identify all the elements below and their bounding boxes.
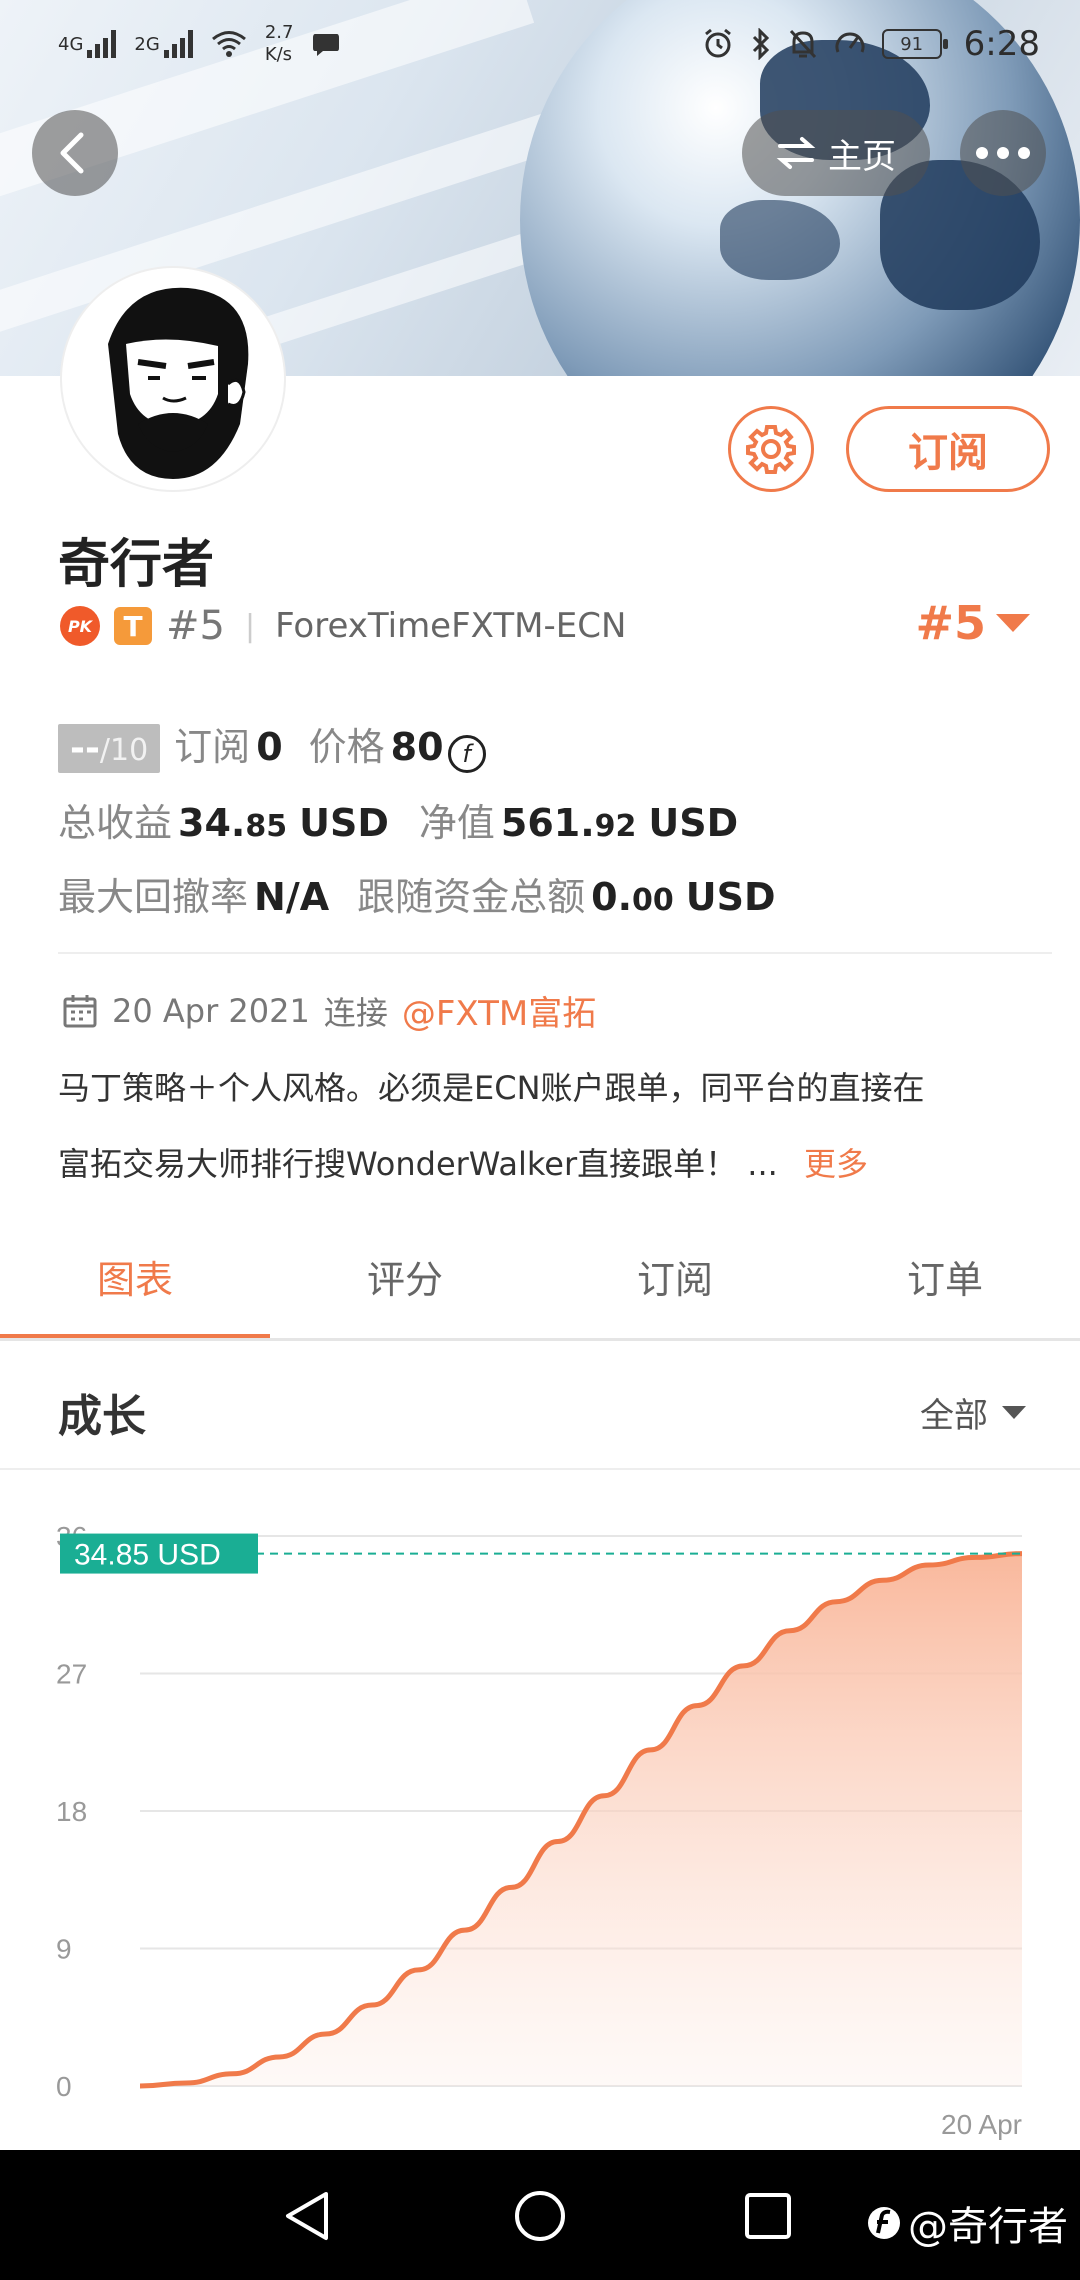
clock-time: 6:28 <box>963 24 1040 64</box>
net2-indicator: 2G <box>134 30 193 58</box>
mute-bell-icon <box>789 29 816 59</box>
caret-down-icon <box>996 614 1030 632</box>
total-profit-unit: USD <box>299 801 389 845</box>
max-drawdown-label: 最大回撤率 <box>58 875 249 919</box>
total-profit-value: 34.85 <box>178 801 288 845</box>
equity-unit: USD <box>648 801 739 845</box>
stats-row-1: --/10 订阅 0 价格 80 f <box>58 716 486 773</box>
calendar-icon <box>63 994 97 1027</box>
total-profit-label: 总收益 <box>58 801 173 845</box>
home-label: 主页 <box>828 136 896 177</box>
x-tick-label: 20 Apr <box>941 2109 1022 2140</box>
t-badge-icon: T <box>114 607 152 645</box>
nav-recents-icon[interactable] <box>744 2192 792 2240</box>
subscribe-button[interactable]: 订阅 <box>846 406 1050 492</box>
description-text: 富拓交易大师排行搜WonderWalker直接跟单！ ... <box>58 1145 778 1183</box>
price-value: 80 <box>390 725 444 769</box>
nav-back-icon[interactable] <box>282 2190 332 2242</box>
tab-subscribe[interactable]: 订阅 <box>540 1236 810 1340</box>
growth-chart[interactable]: 36271890 34.85 USD 20 Apr <box>0 1490 1080 2150</box>
current-value-label: 34.85 USD <box>74 1539 221 1572</box>
nav-home-icon[interactable] <box>514 2190 566 2242</box>
tabs-divider <box>0 1338 1080 1341</box>
status-bar: 4G 2G 2.7 K/s 91 6:28 <box>0 0 1080 92</box>
net1-indicator: 4G <box>58 30 117 58</box>
more-options-button[interactable] <box>960 110 1046 196</box>
more-link[interactable]: 更多 <box>804 1145 868 1183</box>
price-label: 价格 <box>308 725 385 769</box>
chevron-left-icon <box>60 132 84 174</box>
description-line-1: 马丁策略＋个人风格。必须是ECN账户跟单，同平台的直接在 <box>58 1069 925 1107</box>
max-drawdown-value: N/A <box>254 875 330 919</box>
gear-icon <box>746 425 796 474</box>
tab-orders[interactable]: 订单 <box>810 1236 1080 1340</box>
speed-gauge-icon <box>835 32 865 53</box>
home-button[interactable]: 主页 <box>742 110 930 196</box>
equity-label: 净值 <box>418 801 495 845</box>
tab-rating[interactable]: 评分 <box>270 1236 540 1340</box>
subscribe-count-label: 订阅 <box>174 725 251 769</box>
follow-funds-label: 跟随资金总额 <box>357 875 586 919</box>
y-tick-label: 27 <box>56 1659 87 1690</box>
bluetooth-icon <box>752 28 769 60</box>
broker-account-link[interactable]: @FXTM富拓 <box>402 986 596 1035</box>
score-badge: --/10 <box>58 724 161 773</box>
back-button[interactable] <box>32 110 118 196</box>
y-tick-label: 9 <box>56 1934 72 1965</box>
watermark-logo-icon <box>868 2207 900 2239</box>
tab-bar: 图表 评分 订阅 订单 <box>0 1236 1080 1340</box>
watermark: @奇行者 <box>866 2194 1068 2252</box>
battery-indicator: 91 <box>881 29 948 59</box>
equity-value: 561.92 <box>500 801 637 845</box>
section-divider <box>0 1468 1080 1470</box>
growth-title: 成长 <box>58 1391 146 1442</box>
message-icon <box>313 34 340 56</box>
y-tick-label: 0 <box>56 2071 72 2102</box>
subscribe-count-value: 0 <box>256 725 283 769</box>
coin-icon: f <box>447 735 486 773</box>
connection-label: 连接 <box>323 993 388 1032</box>
settings-button[interactable] <box>728 406 814 492</box>
meta-separator: | <box>244 608 256 644</box>
growth-filter-label: 全部 <box>920 1396 988 1436</box>
more-dots-icon <box>976 147 1030 159</box>
rank-dropdown-label: #5 <box>915 596 986 650</box>
caret-down-icon <box>1002 1406 1026 1419</box>
avatar[interactable] <box>62 268 284 490</box>
broker-name: ForexTimeFXTM-ECN <box>275 606 627 646</box>
trader-meta: PK T #5 | ForexTimeFXTM-ECN <box>60 598 626 654</box>
wifi-icon <box>211 31 246 57</box>
swap-icon <box>776 137 816 169</box>
connection-info: 20 Apr 2021 连接 @FXTM富拓 <box>62 986 596 1035</box>
stats-row-3: 最大回撤率 N/A 跟随资金总额 0.00 USD <box>58 866 776 921</box>
stats-divider <box>58 952 1052 954</box>
rank-text: #5 <box>166 603 225 649</box>
follow-funds-unit: USD <box>685 875 776 919</box>
tab-chart[interactable]: 图表 <box>0 1236 270 1340</box>
growth-filter-dropdown[interactable]: 全部 <box>920 1388 1026 1437</box>
description-line-2: 富拓交易大师排行搜WonderWalker直接跟单！ ... 更多 <box>58 1126 1048 1202</box>
connection-date: 20 Apr 2021 <box>112 991 310 1030</box>
stats-row-2: 总收益 34.85 USD 净值 561.92 USD <box>58 792 738 847</box>
trader-name: 奇行者 <box>58 535 215 595</box>
alarm-icon <box>704 28 731 58</box>
network-speed: 2.7 K/s <box>264 22 294 65</box>
follow-funds-value: 0.00 <box>591 875 674 919</box>
y-tick-label: 18 <box>56 1796 87 1827</box>
rank-dropdown[interactable]: #5 <box>915 596 1030 650</box>
pk-badge-icon: PK <box>60 606 100 646</box>
